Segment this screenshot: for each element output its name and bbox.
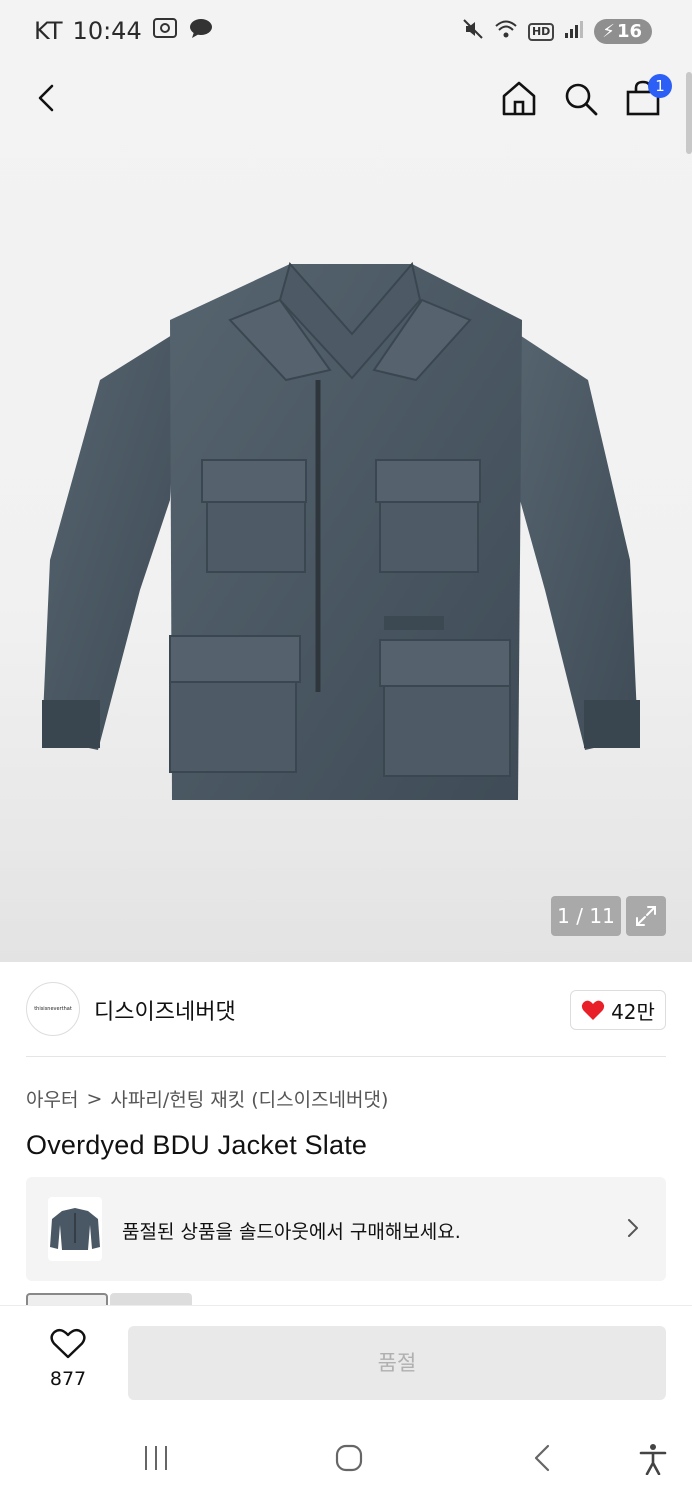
product-title: Overdyed BDU Jacket Slate: [26, 1130, 368, 1160]
brand-like-count: 42만: [611, 999, 655, 1024]
breadcrumb: 아우터 > 사파리/헌팅 재킷 (디스이즈네버댓): [26, 1085, 388, 1112]
search-button[interactable]: [562, 78, 600, 118]
image-counter: 1 / 11: [551, 896, 621, 936]
product-gallery[interactable]: 1 1 / 11: [0, 64, 692, 962]
recent-apps-button[interactable]: [142, 1443, 170, 1477]
home-icon: [502, 81, 536, 116]
chevron-left-icon: [38, 84, 54, 112]
carrier-label: KT: [34, 17, 63, 45]
chat-icon: [188, 17, 214, 45]
status-left: KT 10:44: [34, 17, 214, 45]
mute-icon: [462, 18, 484, 45]
divider: [26, 1056, 666, 1057]
jacket-thumbnail-icon: [50, 1208, 100, 1250]
heart-filled-icon: [581, 1000, 605, 1020]
breadcrumb-separator: >: [86, 1087, 103, 1110]
clock: 10:44: [72, 17, 142, 45]
home-button[interactable]: [500, 78, 538, 118]
brand-row[interactable]: thisisneverthat 디스이즈네버댓 42만: [26, 982, 666, 1038]
system-back-button[interactable]: [530, 1443, 556, 1477]
back-arrow-icon: [534, 1444, 550, 1472]
breadcrumb-subcategory[interactable]: 사파리/헌팅 재킷 (디스이즈네버댓): [110, 1085, 388, 1112]
brand-like-button[interactable]: 42만: [570, 990, 666, 1030]
product-image: [42, 261, 640, 800]
fullscreen-button[interactable]: [626, 896, 666, 936]
bottom-action-bar: 877 품절: [0, 1305, 692, 1421]
soldout-thumbnail: [48, 1197, 102, 1261]
expand-icon: [636, 906, 656, 926]
wishlist-count: 877: [49, 1368, 87, 1390]
accessibility-icon: [639, 1444, 667, 1476]
brand-logo[interactable]: thisisneverthat: [26, 982, 80, 1036]
cart-count-badge: 1: [648, 74, 672, 98]
system-navigation-bar: [0, 1421, 692, 1500]
soldout-message: 품절된 상품을 솔드아웃에서 구매해보세요.: [122, 1221, 461, 1243]
cart-button[interactable]: 1: [624, 74, 672, 118]
recent-apps-icon: [145, 1446, 167, 1470]
brand-logo-text: thisisneverthat: [34, 1006, 72, 1012]
charging-icon: ⚡: [602, 21, 615, 42]
search-icon: [565, 83, 598, 116]
accessibility-button[interactable]: [638, 1443, 668, 1479]
heart-outline-icon: [50, 1328, 86, 1359]
soldout-banner[interactable]: 품절된 상품을 솔드아웃에서 구매해보세요.: [26, 1177, 666, 1281]
wifi-icon: [494, 19, 518, 44]
status-right: HD ⚡ 16: [462, 18, 652, 45]
status-bar: KT 10:44 HD ⚡ 16: [0, 0, 692, 64]
breadcrumb-category[interactable]: 아우터: [26, 1085, 78, 1112]
hd-badge: HD: [527, 22, 555, 41]
battery-indicator: ⚡ 16: [594, 19, 652, 44]
brand-name[interactable]: 디스이즈네버댓: [94, 994, 236, 1026]
screenshot-icon: [152, 17, 178, 45]
home-circle-icon: [335, 1444, 363, 1472]
buy-button-disabled[interactable]: 품절: [128, 1326, 666, 1400]
back-button[interactable]: [28, 78, 68, 118]
home-system-button[interactable]: [334, 1443, 364, 1477]
chevron-right-icon: [626, 1217, 640, 1243]
scrollbar[interactable]: [686, 72, 692, 154]
wishlist-button[interactable]: 877: [40, 1328, 96, 1390]
battery-level: 16: [616, 21, 642, 42]
header-actions: 1: [500, 74, 672, 118]
signal-icon: [564, 19, 584, 44]
